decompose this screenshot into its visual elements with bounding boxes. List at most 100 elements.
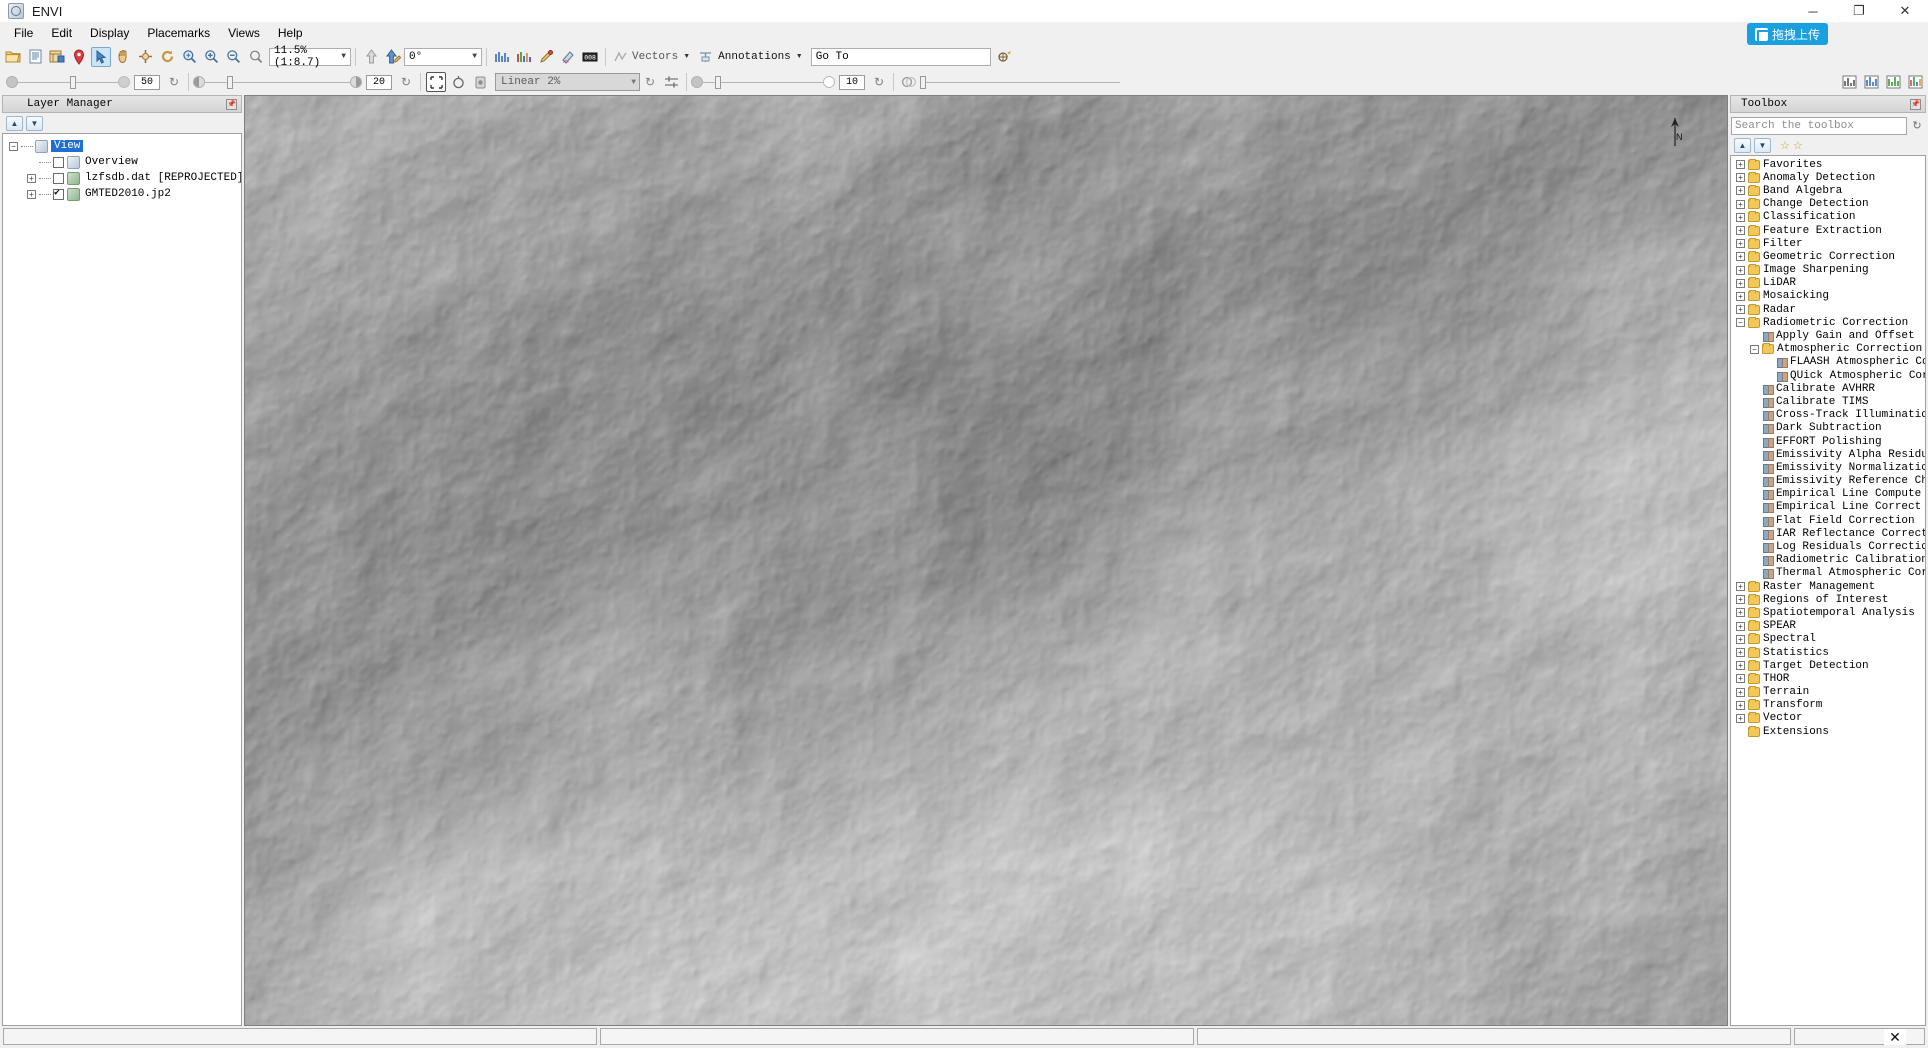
toolbox-folder-item[interactable]: + Regions of Interest <box>1731 593 1925 606</box>
portal-flicker-button[interactable] <box>470 72 490 92</box>
layer-tree-item[interactable]: Overview <box>3 154 241 170</box>
chart-button-4[interactable] <box>1905 72 1925 92</box>
expand-icon[interactable]: + <box>1736 239 1745 249</box>
toolbox-folder-item[interactable]: + Statistics <box>1731 646 1925 659</box>
layer-tree-item[interactable]: + lzfsdb.dat [REPROJECTED] <box>3 170 241 186</box>
rotate-button[interactable] <box>157 47 177 67</box>
expand-icon[interactable]: + <box>1736 582 1745 592</box>
placemark-button[interactable] <box>69 47 89 67</box>
toolbox-tool-item[interactable]: QUick Atmospheric Correct <box>1731 369 1925 382</box>
toolbox-tool-item[interactable]: Flat Field Correction <box>1731 514 1925 527</box>
toolbox-tool-item[interactable]: EFFORT Polishing <box>1731 435 1925 448</box>
toolbox-folder-item[interactable]: + Image Sharpening <box>1731 264 1925 277</box>
layer-tree-item[interactable]: + GMTED2010.jp2 <box>3 186 241 202</box>
expand-icon[interactable]: + <box>1736 687 1745 697</box>
pixel-value-button[interactable]: 008 <box>580 47 600 67</box>
vectors-menu-button[interactable]: Vectors ▼ <box>610 47 694 67</box>
pan-tool-button[interactable] <box>113 47 133 67</box>
expand-icon[interactable]: + <box>1736 634 1745 644</box>
toolbox-folder-item[interactable]: + Spatiotemporal Analysis <box>1731 606 1925 619</box>
expand-icon[interactable]: + <box>1736 608 1745 618</box>
menu-file[interactable]: File <box>5 23 42 43</box>
blend-slider[interactable] <box>920 75 1120 89</box>
open-file-button[interactable] <box>3 47 23 67</box>
pin-icon[interactable]: 📌 <box>1910 98 1921 110</box>
toolbox-folder-item[interactable]: + Vector <box>1731 712 1925 725</box>
sharpen-slider[interactable] <box>691 75 835 89</box>
toolbox-folder-item[interactable]: + Band Algebra <box>1731 184 1925 197</box>
chart-button-1[interactable] <box>1839 72 1859 92</box>
collapse-icon[interactable]: − <box>9 141 18 151</box>
goto-input[interactable]: Go To <box>810 47 991 66</box>
expand-all-button[interactable]: ▼ <box>1754 137 1771 153</box>
multi-profile-button[interactable] <box>514 47 534 67</box>
expand-icon[interactable]: + <box>1736 278 1745 288</box>
pin-icon[interactable]: 📌 <box>226 98 237 110</box>
toolbox-folder-item[interactable]: + LiDAR <box>1731 277 1925 290</box>
maximize-button[interactable]: ❐ <box>1836 0 1882 22</box>
portal-blend-button[interactable] <box>448 72 468 92</box>
toolbox-folder-item[interactable]: + Classification <box>1731 211 1925 224</box>
brightness-value[interactable]: 20 <box>366 74 392 90</box>
sharpen-refresh-button[interactable]: ↻ <box>871 74 887 90</box>
expand-icon[interactable]: + <box>1736 199 1745 209</box>
transparency-handle[interactable] <box>70 75 76 89</box>
expand-icon[interactable]: + <box>1736 252 1745 262</box>
layer-visibility-checkbox[interactable] <box>53 187 64 200</box>
toolbox-folder-item[interactable]: − Atmospheric Correction Modul <box>1731 343 1925 356</box>
toolbox-tool-item[interactable]: Dark Subtraction <box>1731 422 1925 435</box>
toolbox-tool-item[interactable]: Emissivity Alpha Residuals <box>1731 448 1925 461</box>
toolbox-folder-item[interactable]: + Favorites <box>1731 158 1925 171</box>
toolbox-folder-item[interactable]: Extensions <box>1731 725 1925 738</box>
expand-icon[interactable]: + <box>27 189 36 199</box>
expand-icon[interactable]: + <box>1736 674 1745 684</box>
layer-visibility-checkbox[interactable] <box>53 156 64 168</box>
stretch-refresh-button[interactable]: ↻ <box>642 74 658 90</box>
expand-icon[interactable]: + <box>1736 661 1745 671</box>
toolbox-folder-item[interactable]: + Radar <box>1731 303 1925 316</box>
north-up-button[interactable] <box>361 47 381 67</box>
toolbox-search-input[interactable]: Search the toolbox <box>1731 116 1907 135</box>
toolbox-folder-item[interactable]: − Radiometric Correction <box>1731 316 1925 329</box>
expand-icon[interactable]: + <box>1736 265 1745 275</box>
move-layer-down-button[interactable]: ▼ <box>26 115 43 131</box>
expand-icon[interactable]: + <box>1736 160 1745 170</box>
refresh-icon[interactable]: ↻ <box>1909 118 1925 134</box>
brightness-slider[interactable] <box>193 75 362 89</box>
zoom-select-button[interactable] <box>245 47 265 67</box>
image-view[interactable]: N <box>244 95 1728 1026</box>
sharpen-handle[interactable] <box>715 75 721 89</box>
toolbox-folder-item[interactable]: + Terrain <box>1731 686 1925 699</box>
toolbox-folder-item[interactable]: + Target Detection <box>1731 659 1925 672</box>
crosshair-button[interactable] <box>135 47 155 67</box>
menu-views[interactable]: Views <box>219 23 269 43</box>
menu-help[interactable]: Help <box>269 23 312 43</box>
toolbox-tool-item[interactable]: Empirical Line Correct Using <box>1731 501 1925 514</box>
portal-button[interactable] <box>426 72 446 92</box>
toolbox-folder-item[interactable]: + Geometric Correction <box>1731 250 1925 263</box>
toolbox-tool-item[interactable]: Calibrate AVHRR <box>1731 382 1925 395</box>
upload-overlay-button[interactable]: 拖拽上传 <box>1746 23 1828 45</box>
collapse-icon[interactable]: − <box>1750 344 1759 354</box>
toolbox-tool-item[interactable]: IAR Reflectance Correction <box>1731 527 1925 540</box>
move-layer-up-button[interactable]: ▲ <box>6 115 23 131</box>
toolbox-tool-item[interactable]: FLAASH Atmospheric Correc <box>1731 356 1925 369</box>
toolbox-tool-item[interactable]: Emissivity Reference Channel <box>1731 475 1925 488</box>
expand-icon[interactable]: + <box>1736 648 1745 658</box>
zoom-out-button[interactable] <box>223 47 243 67</box>
expand-icon[interactable]: + <box>1736 621 1745 631</box>
annotations-menu-button[interactable]: Annotations ▼ <box>694 47 807 67</box>
expand-icon[interactable]: + <box>1736 212 1745 222</box>
zoom-to-fit-button[interactable] <box>179 47 199 67</box>
brightness-refresh-button[interactable]: ↻ <box>398 74 414 90</box>
zoom-level-combo[interactable]: 11.5% (1:8.7) ▼ <box>269 45 351 69</box>
toolbox-tool-item[interactable]: Calibrate TIMS <box>1731 395 1925 408</box>
status-close-button[interactable]: ✕ <box>1884 1029 1906 1045</box>
toolbox-folder-item[interactable]: + Spectral <box>1731 633 1925 646</box>
layer-visibility-checkbox[interactable] <box>53 172 64 184</box>
toolbox-tool-item[interactable]: Empirical Line Compute Facto <box>1731 488 1925 501</box>
toolbox-folder-item[interactable]: + SPEAR <box>1731 620 1925 633</box>
expand-icon[interactable]: + <box>1736 173 1745 183</box>
layer-tree-item[interactable]: − View <box>3 138 241 154</box>
spectral-profile-button[interactable] <box>492 47 512 67</box>
